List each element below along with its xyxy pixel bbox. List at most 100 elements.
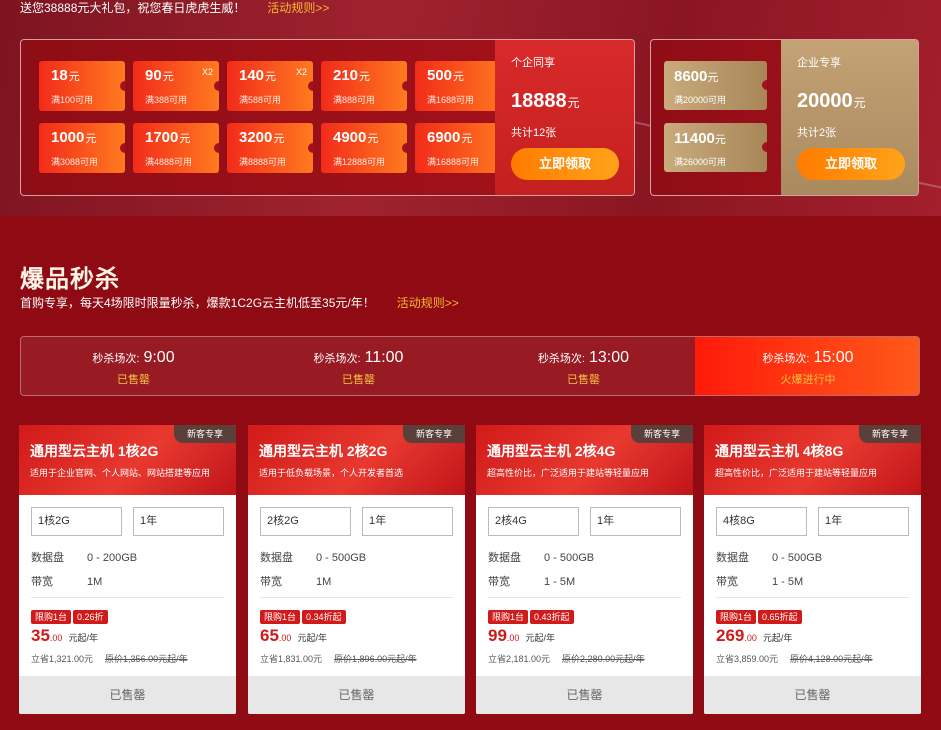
badges: 限购1台 0.65折起 bbox=[716, 607, 804, 625]
claim-personal-button[interactable]: 立即领取 bbox=[511, 148, 619, 180]
savings: 立省2,181.00元 原价2,280.00元起/年 bbox=[488, 654, 645, 664]
config-select[interactable]: 2核4G bbox=[488, 507, 579, 536]
product-description: 超高性价比，广泛适用于建站等轻量应用 bbox=[487, 468, 650, 478]
flash-rules-link[interactable]: 活动规则>> bbox=[397, 296, 459, 310]
badges: 限购1台 0.26折 bbox=[31, 607, 110, 625]
session-tab-1100[interactable]: 秒杀场次: 11:00 已售罄 bbox=[246, 337, 471, 395]
original-price: 原价1,896.00元起/年 bbox=[334, 654, 417, 664]
coupon: 3200元 满8888可用 bbox=[227, 123, 313, 173]
product-name: 通用型云主机 1核2G bbox=[30, 443, 159, 459]
promo-text: 送您38888元大礼包，祝您春日虎虎生威！ bbox=[20, 1, 246, 15]
limit-badge: 限购1台 bbox=[716, 610, 757, 624]
session-tab-1500[interactable]: 秒杀场次: 15:00 火爆进行中 bbox=[695, 337, 919, 395]
original-price: 原价2,280.00元起/年 bbox=[562, 654, 645, 664]
duration-select[interactable]: 1年 bbox=[133, 507, 224, 536]
duration-select[interactable]: 1年 bbox=[590, 507, 681, 536]
coupon-summary: 个企同享 18888元 共计12张 立即领取 bbox=[495, 40, 634, 195]
double-badge: X2 bbox=[201, 67, 213, 77]
product-description: 适用于企业官网、个人网站、网站搭建等应用 bbox=[30, 468, 211, 478]
coupon: 210元 满888可用 bbox=[321, 61, 407, 111]
disk-spec: 数据盘 0 - 500GB bbox=[488, 552, 595, 564]
session-tab-1300[interactable]: 秒杀场次: 13:00 已售罄 bbox=[471, 337, 696, 395]
promo-line: 送您38888元大礼包，祝您春日虎虎生威！ 活动规则>> bbox=[20, 0, 329, 16]
coupon: 1700元 满4888可用 bbox=[133, 123, 219, 173]
discount-badge: 0.34折起 bbox=[302, 610, 346, 624]
sold-out-button[interactable]: 已售罄 bbox=[476, 676, 693, 714]
price: 65.00 元起/年 bbox=[260, 626, 327, 645]
discount-badge: 0.65折起 bbox=[758, 610, 802, 624]
limit-badge: 限购1台 bbox=[31, 610, 72, 624]
disk-spec: 数据盘 0 - 500GB bbox=[716, 552, 823, 564]
savings: 立省3,859.00元 原价4,128.00元起/年 bbox=[716, 654, 873, 664]
price: 35.00 元起/年 bbox=[31, 626, 98, 645]
new-customer-tag: 新客专享 bbox=[859, 425, 921, 443]
product-card: 新客专享 通用型云主机 2核2G 适用于低负载场景，个人开发者首选 2核2G 1… bbox=[248, 425, 465, 714]
sold-out-button[interactable]: 已售罄 bbox=[248, 676, 465, 714]
badges: 限购1台 0.34折起 bbox=[260, 607, 348, 625]
price: 99.00 元起/年 bbox=[488, 626, 555, 645]
bandwidth-spec: 带宽 1 - 5M bbox=[488, 576, 576, 588]
divider bbox=[260, 597, 453, 598]
divider bbox=[488, 597, 681, 598]
coupon-summary-amount: 18888元 bbox=[511, 90, 580, 112]
duration-select[interactable]: 1年 bbox=[362, 507, 453, 536]
product-card-header: 新客专享 通用型云主机 1核2G 适用于企业官网、个人网站、网站搭建等应用 bbox=[19, 425, 236, 495]
coupon-grid: 18元 满100可用 90元 X2 满388可用 140元 X2 满588可用 210元满… bbox=[39, 61, 499, 181]
enterprise-package: 8600元 满20000可用 11400元 满26000可用 企业专享 20000元… bbox=[650, 39, 919, 196]
limit-badge: 限购1台 bbox=[488, 610, 529, 624]
discount-badge: 0.26折 bbox=[73, 610, 108, 624]
config-select[interactable]: 4核8G bbox=[716, 507, 807, 536]
product-card-header: 新客专享 通用型云主机 4核8G 超高性价比，广泛适用于建站等轻量应用 bbox=[704, 425, 921, 495]
session-tabs: 秒杀场次: 9:00 已售罄 秒杀场次: 11:00 已售罄 秒杀场次: 13:00 … bbox=[20, 336, 920, 396]
coupon: 1000元 满3088可用 bbox=[39, 123, 125, 173]
product-description: 适用于低负载场景，个人开发者首选 bbox=[259, 468, 404, 478]
duration-select[interactable]: 1年 bbox=[818, 507, 909, 536]
promo-rules-link[interactable]: 活动规则>> bbox=[267, 1, 329, 15]
sold-out-button[interactable]: 已售罄 bbox=[19, 676, 236, 714]
badges: 限购1台 0.43折起 bbox=[488, 607, 576, 625]
divider bbox=[31, 597, 224, 598]
config-select[interactable]: 2核2G bbox=[260, 507, 351, 536]
session-status: 火爆进行中 bbox=[780, 374, 836, 386]
product-name: 通用型云主机 2核2G bbox=[259, 443, 388, 459]
session-status: 已售罄 bbox=[342, 374, 375, 386]
product-description: 超高性价比，广泛适用于建站等轻量应用 bbox=[715, 468, 878, 478]
divider bbox=[716, 597, 909, 598]
session-status: 已售罄 bbox=[567, 374, 600, 386]
session-status: 已售罄 bbox=[117, 374, 150, 386]
config-select[interactable]: 1核2G bbox=[31, 507, 122, 536]
flash-sale-description: 首购专享，每天4场限时限量秒杀，爆款1C2G云主机低至35元/年！ bbox=[20, 296, 375, 310]
original-price: 原价4,128.00元起/年 bbox=[790, 654, 873, 664]
bandwidth-spec: 带宽 1 - 5M bbox=[716, 576, 804, 588]
coupon: 140元 X2 满588可用 bbox=[227, 61, 313, 111]
sold-out-button[interactable]: 已售罄 bbox=[704, 676, 921, 714]
bandwidth-spec: 带宽 1M bbox=[260, 576, 332, 588]
limit-badge: 限购1台 bbox=[260, 610, 301, 624]
enterprise-coupon: 11400元 满26000可用 bbox=[664, 123, 767, 172]
coupon: 500元 满1688可用 bbox=[415, 61, 499, 111]
product-name: 通用型云主机 2核4G bbox=[487, 443, 616, 459]
enterprise-coupon: 8600元 满20000可用 bbox=[664, 61, 767, 110]
disk-spec: 数据盘 0 - 500GB bbox=[260, 552, 367, 564]
disk-spec: 数据盘 0 - 200GB bbox=[31, 552, 138, 564]
product-card: 新客专享 通用型云主机 4核8G 超高性价比，广泛适用于建站等轻量应用 4核8G… bbox=[704, 425, 921, 714]
claim-enterprise-button[interactable]: 立即领取 bbox=[797, 148, 905, 180]
coupon-summary-count: 共计12张 bbox=[511, 127, 557, 139]
enterprise-summary-amount: 20000元 bbox=[797, 90, 866, 112]
price: 269.00 元起/年 bbox=[716, 626, 793, 645]
product-card: 新客专享 通用型云主机 1核2G 适用于企业官网、个人网站、网站搭建等应用 1核… bbox=[19, 425, 236, 714]
new-customer-tag: 新客专享 bbox=[174, 425, 236, 443]
enterprise-summary: 企业专享 20000元 共计2张 立即领取 bbox=[781, 40, 918, 195]
new-customer-tag: 新客专享 bbox=[403, 425, 465, 443]
session-tab-0900[interactable]: 秒杀场次: 9:00 已售罄 bbox=[21, 337, 246, 395]
coupon: 90元 X2 满388可用 bbox=[133, 61, 219, 111]
savings: 立省1,321.00元 原价1,356.00元起/年 bbox=[31, 654, 188, 664]
flash-sale-title: 爆品秒杀 bbox=[20, 266, 120, 293]
discount-badge: 0.43折起 bbox=[530, 610, 574, 624]
coupon: 4900元 满12888可用 bbox=[321, 123, 407, 173]
bandwidth-spec: 带宽 1M bbox=[31, 576, 103, 588]
original-price: 原价1,356.00元起/年 bbox=[105, 654, 188, 664]
new-customer-tag: 新客专享 bbox=[631, 425, 693, 443]
coupon-summary-title: 个企同享 bbox=[511, 57, 555, 69]
enterprise-summary-title: 企业专享 bbox=[797, 57, 841, 69]
